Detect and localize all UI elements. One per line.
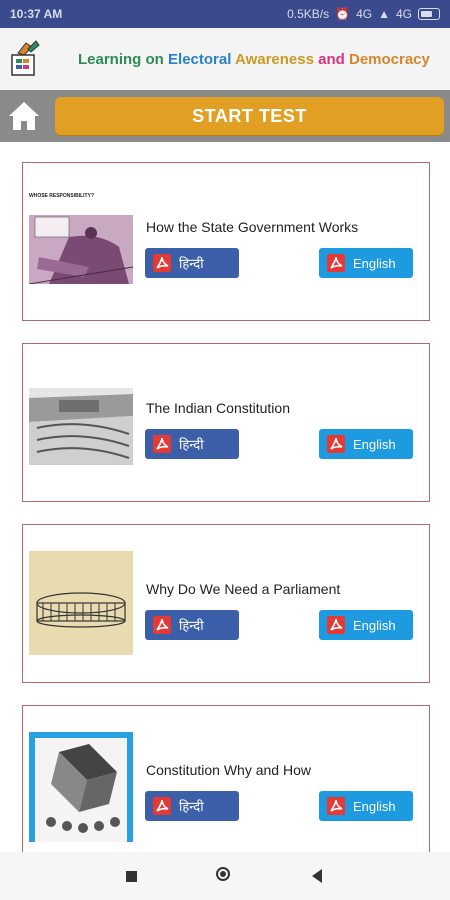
- hindi-pdf-button[interactable]: हिन्दी: [145, 429, 239, 459]
- pdf-icon: [153, 797, 171, 815]
- card-title: Constitution Why and How: [146, 762, 311, 778]
- status-time: 10:37 AM: [10, 7, 63, 21]
- network-type-1: 4G: [356, 7, 373, 21]
- thumb-constitution-cartoon: [29, 732, 133, 842]
- lesson-card[interactable]: Constitution Why and How हिन्दी English: [22, 705, 430, 852]
- alarm-icon: ⏰: [335, 7, 351, 21]
- home-icon[interactable]: [6, 98, 42, 134]
- lesson-card[interactable]: Why Do We Need a Parliament हिन्दी Engli…: [22, 524, 430, 683]
- eci-logo-icon: [11, 40, 40, 76]
- triangle-back-icon[interactable]: [312, 869, 322, 883]
- english-pdf-button[interactable]: English: [319, 610, 413, 640]
- english-pdf-button[interactable]: English: [319, 248, 413, 278]
- english-label: English: [353, 798, 396, 814]
- hindi-pdf-button[interactable]: हिन्दी: [145, 791, 239, 821]
- app-title: Learning on Electoral Awareness and Demo…: [78, 51, 430, 68]
- lesson-card[interactable]: WHOSE RESPONSIBILITY? How the State Gove…: [22, 162, 430, 321]
- pdf-icon: [327, 435, 345, 453]
- hindi-pdf-button[interactable]: हिन्दी: [145, 610, 239, 640]
- hindi-label: हिन्दी: [179, 256, 204, 271]
- thumb-parliament: [29, 551, 133, 655]
- lesson-card[interactable]: The Indian Constitution हिन्दी English: [22, 343, 430, 502]
- pdf-icon: [327, 254, 345, 272]
- square-icon[interactable]: [126, 871, 137, 882]
- hindi-label: हिन्दी: [179, 799, 204, 814]
- hindi-label: हिन्दी: [179, 437, 204, 452]
- pdf-icon: [327, 616, 345, 634]
- app-header: Learning on Electoral Awareness and Demo…: [0, 28, 450, 90]
- content-list: WHOSE RESPONSIBILITY? How the State Gove…: [0, 142, 450, 852]
- title-word-4: Awareness: [235, 50, 314, 68]
- start-test-button[interactable]: START TEST: [55, 97, 444, 135]
- english-pdf-button[interactable]: English: [319, 791, 413, 821]
- circle-icon[interactable]: [216, 867, 230, 881]
- title-word-3: Electoral: [168, 50, 232, 68]
- network-speed: 0.5KB/s: [287, 7, 330, 21]
- english-label: English: [353, 255, 396, 271]
- title-word-6: Democracy: [348, 50, 430, 68]
- english-pdf-button[interactable]: English: [319, 429, 413, 459]
- status-bar: 10:37 AM 0.5KB/s ⏰ 4G ▲ 4G: [0, 0, 450, 28]
- network-type-2: 4G: [395, 7, 412, 21]
- thumb-whose-responsibility: [29, 207, 133, 284]
- card-title: Why Do We Need a Parliament: [146, 581, 341, 597]
- card-title: How the State Government Works: [146, 219, 359, 235]
- title-word-2: on: [145, 50, 164, 68]
- toolbar: START TEST: [0, 90, 450, 142]
- pdf-icon: [153, 616, 171, 634]
- signal-icon: ▲: [378, 7, 390, 21]
- card-title: The Indian Constitution: [146, 400, 290, 416]
- pdf-icon: [327, 797, 345, 815]
- thumb-caption: WHOSE RESPONSIBILITY?: [29, 193, 95, 199]
- english-label: English: [353, 617, 396, 633]
- pdf-icon: [153, 254, 171, 272]
- system-nav-bar: [0, 852, 450, 900]
- battery-icon: [418, 8, 440, 20]
- english-label: English: [353, 436, 396, 452]
- pdf-icon: [153, 435, 171, 453]
- thumb-constituent-assembly: [29, 388, 133, 465]
- hindi-pdf-button[interactable]: हिन्दी: [145, 248, 239, 278]
- status-indicators: 0.5KB/s ⏰ 4G ▲ 4G: [287, 7, 440, 21]
- hindi-label: हिन्दी: [179, 618, 204, 633]
- title-word-1: Learning: [78, 50, 142, 68]
- title-word-5: and: [318, 50, 345, 68]
